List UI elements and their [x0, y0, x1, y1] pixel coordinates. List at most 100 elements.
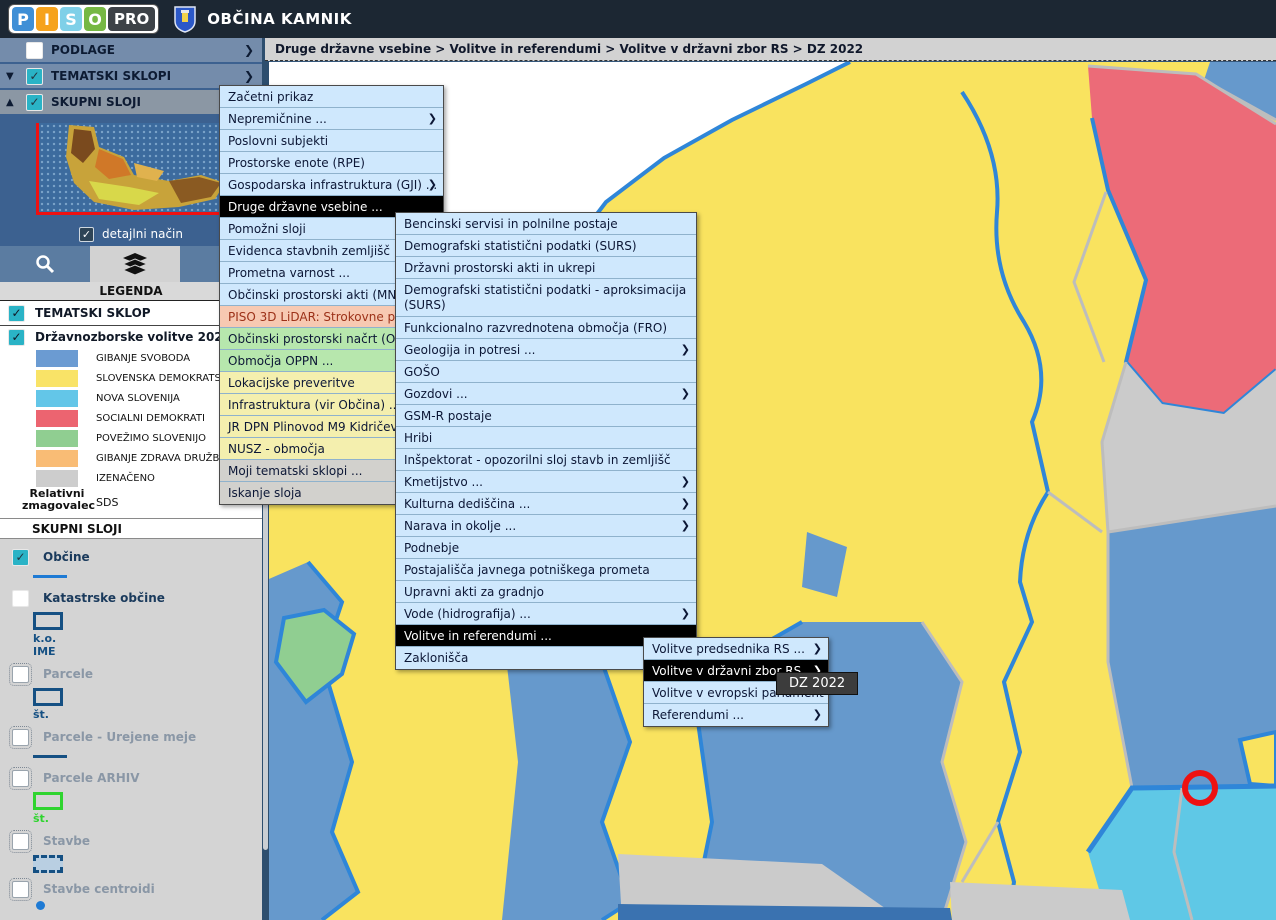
panel-checkbox[interactable]: ✓ — [26, 94, 43, 111]
brand-tile: S — [60, 7, 82, 31]
detail-mode-checkbox[interactable]: ✓ — [79, 227, 94, 242]
panel-label: SKUPNI SLOJI — [51, 95, 141, 109]
layer-checkbox[interactable] — [12, 666, 29, 683]
legend-group-checkbox[interactable]: ✓ — [8, 305, 25, 322]
search-icon — [35, 254, 55, 274]
menu-item-label: Volitve in referendumi ... — [404, 629, 552, 643]
menu-item[interactable]: Upravni akti za gradnjo — [396, 581, 696, 603]
submenu-arrow-icon: ❯ — [813, 704, 822, 726]
tab-search[interactable] — [0, 246, 90, 282]
menu-item[interactable]: Gospodarska infrastruktura (GJI) ...❯ — [220, 174, 443, 196]
menu-item[interactable]: Kmetijstvo ...❯ — [396, 471, 696, 493]
collapse-triangle-icon[interactable]: ▲ — [6, 97, 20, 108]
panel-arrow-icon: ❯ — [244, 43, 254, 57]
menu-item-label: Volitve predsednika RS ... — [652, 642, 805, 656]
submenu-arrow-icon: ❯ — [681, 515, 690, 537]
menu-item-label: Začetni prikaz — [228, 90, 313, 104]
menu-item[interactable]: Volitve predsednika RS ... ❯ — [644, 638, 828, 660]
panel-checkbox[interactable]: ✓ — [26, 68, 43, 85]
menu-item[interactable]: Demografski statistični podatki - aproks… — [396, 279, 696, 317]
menu-item-label: Podnebje — [404, 541, 459, 555]
menu-item-label: Postajališča javnega potniškega prometa — [404, 563, 650, 577]
topbar: PISOPRO OBČINA KAMNIK — [0, 0, 1276, 38]
shared-layers-panel: ✓ObčineKatastrske občinek.o.IMEParcelešt… — [0, 539, 262, 920]
municipality-crest-icon — [173, 5, 197, 33]
layer-row: Katastrske občine — [12, 588, 262, 608]
layer-row: Parcele - Urejene meje — [12, 727, 262, 747]
layer-label: Občine — [43, 550, 90, 564]
relative-winner-value: SDS — [96, 496, 118, 509]
piso-logo[interactable]: PISOPRO — [8, 4, 159, 34]
menu-item[interactable]: Poslovni subjekti — [220, 130, 443, 152]
legend-swatch — [36, 390, 78, 407]
menu-item[interactable]: Podnebje — [396, 537, 696, 559]
menu-item-label: Prostorske enote (RPE) — [228, 156, 365, 170]
layer-label: Stavbe — [43, 834, 90, 848]
municipality-title: OBČINA KAMNIK — [207, 10, 352, 28]
layer-label: Stavbe centroidi — [43, 882, 155, 896]
menu-item[interactable]: Prostorske enote (RPE) — [220, 152, 443, 174]
menu-item-label: Demografski statistični podatki - aproks… — [404, 283, 686, 312]
legend-entry-label: POVEŽIMO SLOVENIJO — [96, 433, 206, 444]
menu-item[interactable]: Začetni prikaz — [220, 86, 443, 108]
menu-item[interactable]: Državni prostorski akti in ukrepi — [396, 257, 696, 279]
menu-item-label: Narava in okolje ... — [404, 519, 516, 533]
legend-entry-label: IZENAČENO — [96, 473, 155, 484]
menu-item[interactable]: Nepremičnine ...❯ — [220, 108, 443, 130]
submenu-arrow-icon: ❯ — [681, 339, 690, 361]
menu-item-label: Državni prostorski akti in ukrepi — [404, 261, 595, 275]
menu-item[interactable]: Narava in okolje ... ❯ — [396, 515, 696, 537]
layer-swatch-sublabel: k.o. — [33, 632, 262, 645]
panel-checkbox[interactable] — [26, 42, 43, 59]
menu-item[interactable]: Gozdovi ...❯ — [396, 383, 696, 405]
menu-item-label: Nepremičnine ... — [228, 112, 327, 126]
menu-item[interactable]: Inšpektorat - opozorilni sloj stavb in z… — [396, 449, 696, 471]
submenu-arrow-icon: ❯ — [813, 638, 822, 660]
layer-checkbox[interactable] — [12, 833, 29, 850]
layer-checkbox[interactable] — [12, 881, 29, 898]
menu-item[interactable]: GSM-R postaje — [396, 405, 696, 427]
menu-item[interactable]: Hribi — [396, 427, 696, 449]
tab-layers[interactable] — [90, 246, 180, 282]
collapse-triangle-icon[interactable]: ▼ — [6, 71, 20, 82]
layer-checkbox[interactable] — [12, 590, 29, 607]
legend-swatch — [36, 470, 78, 487]
menu-item[interactable]: Postajališča javnega potniškega prometa — [396, 559, 696, 581]
layer-swatch-rect — [33, 612, 63, 630]
legend-swatch — [36, 350, 78, 367]
layer-label: Parcele - Urejene meje — [43, 730, 196, 744]
menu-item-label: Prometna varnost ... — [228, 266, 350, 280]
legend-entry-label: NOVA SLOVENIJA — [96, 393, 180, 404]
menu-item[interactable]: Vode (hidrografija) ...❯ — [396, 603, 696, 625]
layer-checkbox[interactable]: ✓ — [12, 549, 29, 566]
menu-item-label: Iskanje sloja — [228, 486, 302, 500]
menu-item-label: Poslovni subjekti — [228, 134, 328, 148]
layer-checkbox[interactable] — [12, 770, 29, 787]
menu-item-label: NUSZ - območja — [228, 442, 325, 456]
layer-row: Stavbe centroidi — [12, 879, 262, 899]
layer-row: Parcele ARHIV — [12, 768, 262, 788]
menu-item[interactable]: Funkcionalno razvrednotena območja (FRO) — [396, 317, 696, 339]
menu-item[interactable]: Kulturna dediščina ...❯ — [396, 493, 696, 515]
breadcrumb: Druge državne vsebine > Volitve in refer… — [265, 38, 1276, 61]
panel-header-1[interactable]: PODLAGE❯ — [0, 38, 262, 62]
brand-tile: I — [36, 7, 58, 31]
layer-row: Stavbe — [12, 831, 262, 851]
menu-item[interactable]: Geologija in potresi ...❯ — [396, 339, 696, 361]
legend-entry-label: SOCIALNI DEMOKRATI — [96, 413, 205, 424]
layer-swatch-sublabel: IME — [33, 645, 262, 658]
layer-swatch-sublabel: št. — [33, 812, 262, 825]
layer-swatch-sublabel: št. — [33, 708, 262, 721]
menu-item-label: Demografski statistični podatki (SURS) — [404, 239, 637, 253]
legend-theme-checkbox[interactable]: ✓ — [8, 329, 25, 346]
menu-item-label: Moji tematski sklopi ... — [228, 464, 362, 478]
sidebar-scrollbar[interactable] — [263, 500, 268, 850]
menu-item-label: Druge državne vsebine ... — [228, 200, 383, 214]
menu-item[interactable]: Bencinski servisi in polnilne postaje — [396, 213, 696, 235]
menu-item[interactable]: Referendumi ...❯ — [644, 704, 828, 726]
menu-item[interactable]: Demografski statistični podatki (SURS) — [396, 235, 696, 257]
menu-item[interactable]: GOŠO — [396, 361, 696, 383]
menu-item-label: Kulturna dediščina ... — [404, 497, 530, 511]
layer-label: Katastrske občine — [43, 591, 165, 605]
layer-checkbox[interactable] — [12, 729, 29, 746]
